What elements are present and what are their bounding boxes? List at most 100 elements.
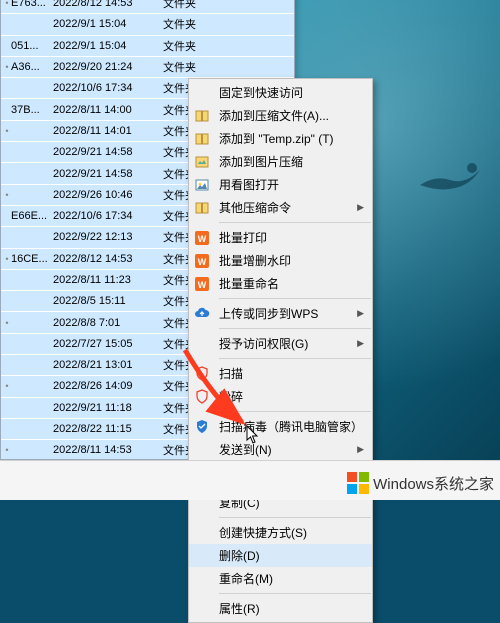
context-menu[interactable]: 固定到快速访问 添加到压缩文件(A)... 添加到 "Temp.zip" (T)…	[188, 78, 373, 623]
chevron-right-icon: ▶	[357, 308, 364, 319]
chevron-right-icon: ▶	[357, 444, 364, 455]
menu-label: 添加到 "Temp.zip" (T)	[219, 130, 364, 147]
menu-separator	[219, 517, 371, 518]
pin-icon	[193, 84, 211, 102]
menu-send-to[interactable]: 发送到(N) ▶	[189, 438, 372, 461]
cell-date: 2022/9/20 21:24	[53, 61, 163, 73]
pin-marker: •	[3, 0, 11, 8]
cell-type: 文件夹	[163, 16, 208, 32]
wps-icon: W	[193, 252, 211, 270]
cell-date: 2022/8/5 15:11	[53, 295, 163, 307]
cell-date: 2022/10/6 17:34	[53, 82, 163, 94]
menu-add-to-zip[interactable]: 添加到压缩文件(A)...	[189, 104, 372, 127]
wps-icon: W	[193, 275, 211, 293]
cloud-upload-icon	[193, 305, 211, 323]
cell-name: E66E...	[11, 210, 53, 222]
menu-scan-virus[interactable]: 扫描病毒（腾讯电脑管家）	[189, 415, 372, 438]
menu-shred[interactable]: 粉碎	[189, 385, 372, 408]
wps-icon: W	[193, 229, 211, 247]
pin-marker: •	[3, 381, 11, 391]
archive-icon	[193, 130, 211, 148]
menu-label: 固定到快速访问	[219, 84, 364, 101]
cell-name: 16CE...	[11, 253, 53, 265]
cell-type: 文件夹	[163, 38, 208, 54]
archive-icon	[193, 199, 211, 217]
cell-date: 2022/8/11 14:01	[53, 125, 163, 137]
cell-date: 2022/9/21 11:18	[53, 402, 163, 414]
menu-separator	[219, 358, 371, 359]
cell-date: 2022/9/1 15:04	[53, 40, 163, 52]
menu-pin-quick-access[interactable]: 固定到快速访问	[189, 81, 372, 104]
cell-date: 2022/8/21 13:01	[53, 359, 163, 371]
cell-date: 2022/7/27 15:05	[53, 338, 163, 350]
menu-add-to-pic-zip[interactable]: 添加到图片压缩	[189, 150, 372, 173]
menu-label: 删除(D)	[219, 547, 364, 564]
cell-name: 051...	[11, 40, 53, 52]
cell-date: 2022/8/12 14:53	[53, 253, 163, 265]
menu-batch-print[interactable]: W 批量打印	[189, 226, 372, 249]
menu-separator	[219, 222, 371, 223]
cell-date: 2022/9/26 10:46	[53, 189, 163, 201]
archive-image-icon	[193, 153, 211, 171]
menu-label: 发送到(N)	[219, 441, 349, 458]
menu-properties[interactable]: 属性(R)	[189, 597, 372, 620]
cell-date: 2022/8/11 14:00	[53, 104, 163, 116]
menu-separator	[219, 298, 371, 299]
image-viewer-icon	[193, 176, 211, 194]
table-row[interactable]: •A36...2022/9/20 21:24文件夹	[1, 57, 294, 78]
menu-batch-watermark[interactable]: W 批量增删水印	[189, 249, 372, 272]
menu-label: 批量重命名	[219, 275, 364, 292]
cell-date: 2022/8/11 11:23	[53, 274, 163, 286]
table-row[interactable]: •E763...2022/8/12 14:53文件夹	[1, 0, 294, 14]
menu-upload-wps[interactable]: 上传或同步到WPS ▶	[189, 302, 372, 325]
blank-icon	[193, 335, 211, 353]
pin-marker: •	[3, 126, 11, 136]
menu-label: 扫描病毒（腾讯电脑管家）	[219, 418, 364, 435]
shield-scan-icon	[193, 365, 211, 383]
menu-label: 扫描	[219, 365, 364, 382]
menu-open-with-viewer[interactable]: 用看图打开	[189, 173, 372, 196]
blank-icon	[193, 441, 211, 459]
menu-delete[interactable]: 删除(D)	[189, 544, 372, 567]
svg-text:W: W	[198, 234, 207, 244]
menu-label: 用看图打开	[219, 176, 364, 193]
cell-date: 2022/9/21 14:58	[53, 168, 163, 180]
archive-icon	[193, 107, 211, 125]
menu-rename[interactable]: 重命名(M)	[189, 567, 372, 590]
menu-separator	[219, 328, 371, 329]
menu-separator	[219, 411, 371, 412]
cell-date: 2022/8/11 14:53	[53, 444, 163, 456]
cell-date: 2022/8/12 14:53	[53, 0, 163, 9]
cell-type: 文件夹	[163, 59, 208, 75]
svg-text:W: W	[198, 280, 207, 290]
menu-label: 批量增删水印	[219, 252, 364, 269]
svg-text:W: W	[198, 257, 207, 267]
swimmer-image	[410, 130, 490, 200]
table-row[interactable]: 2022/9/1 15:04文件夹	[1, 14, 294, 35]
pin-marker: •	[3, 190, 11, 200]
watermark-text: Windows系统之家	[373, 473, 494, 494]
table-row[interactable]: 051...2022/9/1 15:04文件夹	[1, 36, 294, 57]
menu-label: 属性(R)	[219, 600, 364, 617]
menu-create-shortcut[interactable]: 创建快捷方式(S)	[189, 521, 372, 544]
cell-type: 文件夹	[163, 0, 208, 11]
menu-grant-access[interactable]: 授予访问权限(G) ▶	[189, 332, 372, 355]
blank-icon	[193, 547, 211, 565]
menu-label: 添加到图片压缩	[219, 153, 364, 170]
blank-icon	[193, 600, 211, 618]
menu-label: 上传或同步到WPS	[219, 305, 349, 322]
chevron-right-icon: ▶	[357, 202, 364, 213]
menu-label: 创建快捷方式(S)	[219, 524, 364, 541]
menu-separator	[219, 593, 371, 594]
menu-scan[interactable]: 扫描	[189, 362, 372, 385]
menu-other-zip[interactable]: 其他压缩命令 ▶	[189, 196, 372, 219]
windows-logo-icon	[347, 472, 369, 494]
menu-label: 重命名(M)	[219, 570, 364, 587]
cell-date: 2022/9/21 14:58	[53, 146, 163, 158]
blank-icon	[193, 524, 211, 542]
menu-add-to-temp-zip[interactable]: 添加到 "Temp.zip" (T)	[189, 127, 372, 150]
pin-marker: •	[3, 318, 11, 328]
pin-marker: •	[3, 445, 11, 455]
menu-batch-rename[interactable]: W 批量重命名	[189, 272, 372, 295]
watermark: Windows系统之家	[347, 472, 494, 494]
